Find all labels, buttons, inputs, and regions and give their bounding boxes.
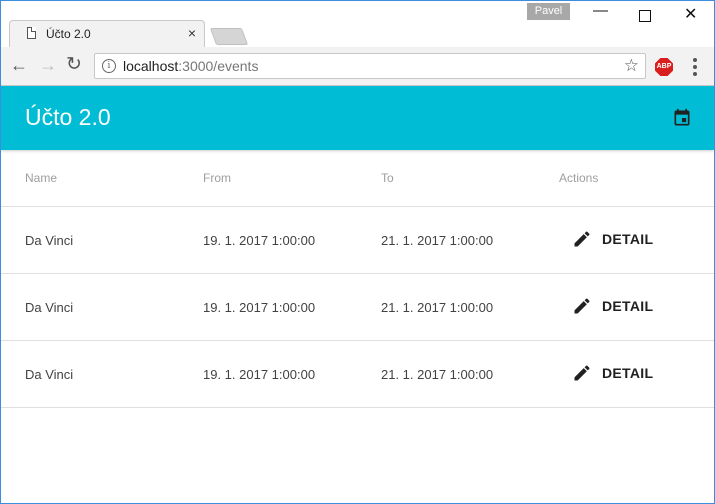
cell-name: Da Vinci [1,340,179,408]
header-to: To [357,150,535,207]
cell-from: 19. 1. 2017 1:00:00 [179,206,357,274]
detail-label: DETAIL [602,364,654,381]
url-host: localhost [123,58,179,74]
browser-tab[interactable]: Účto 2.0 × [9,20,205,47]
new-tab-button[interactable] [209,28,249,45]
document-icon [27,27,36,39]
tab-close-icon[interactable]: × [188,25,196,41]
pencil-icon [574,230,590,246]
close-window-icon[interactable]: ✕ [684,4,697,24]
header-actions: Actions [535,150,714,207]
title-bar: Účto 2.0 × Pavel — ✕ [1,1,714,47]
cell-to: 21. 1. 2017 1:00:00 [357,206,535,274]
pencil-icon [574,364,590,380]
table-header-row: Name From To Actions [1,150,714,207]
bookmark-star-icon[interactable]: ☆ [624,56,639,76]
detail-button[interactable]: DETAIL [572,296,653,316]
cell-name: Da Vinci [1,273,179,341]
cell-actions: DETAIL [535,273,714,341]
cell-from: 19. 1. 2017 1:00:00 [179,340,357,408]
back-icon[interactable]: ← [10,53,28,77]
forward-icon[interactable]: → [39,53,57,77]
detail-label: DETAIL [602,230,654,247]
reload-icon[interactable]: ↻ [66,53,82,77]
header-name: Name [1,150,179,207]
adblock-icon[interactable]: ABP [655,58,673,76]
app-title: Účto 2.0 [25,104,111,130]
table-row: Da Vinci 19. 1. 2017 1:00:00 21. 1. 2017… [1,273,714,341]
address-bar[interactable]: i localhost:3000/events ☆ [94,53,646,79]
cell-from: 19. 1. 2017 1:00:00 [179,273,357,341]
url-path: :3000/events [178,58,259,74]
calendar-icon[interactable] [672,108,692,128]
minimize-icon[interactable]: — [593,2,608,19]
cell-to: 21. 1. 2017 1:00:00 [357,340,535,408]
cell-to: 21. 1. 2017 1:00:00 [357,273,535,341]
cell-actions: DETAIL [535,340,714,408]
pencil-icon [574,297,590,313]
app-bar: Účto 2.0 [1,86,714,150]
detail-label: DETAIL [602,297,654,314]
cell-actions: DETAIL [535,206,714,274]
browser-toolbar: ← → ↻ i localhost:3000/events ☆ ABP [1,47,714,86]
url-text[interactable]: localhost:3000/events [123,58,258,74]
detail-button[interactable]: DETAIL [572,363,653,383]
info-icon[interactable]: i [102,59,116,73]
profile-badge[interactable]: Pavel [527,3,570,20]
cell-name: Da Vinci [1,206,179,274]
tab-title: Účto 2.0 [46,27,91,41]
browser-menu-icon[interactable] [693,58,697,76]
detail-button[interactable]: DETAIL [572,229,653,249]
browser-window: Účto 2.0 × Pavel — ✕ ← → ↻ i localhost:3… [0,0,715,504]
events-table: Name From To Actions Da Vinci 19. 1. 201… [1,150,714,408]
table-row: Da Vinci 19. 1. 2017 1:00:00 21. 1. 2017… [1,340,714,408]
header-from: From [179,150,357,207]
maximize-icon[interactable] [639,10,651,22]
table-row: Da Vinci 19. 1. 2017 1:00:00 21. 1. 2017… [1,206,714,274]
